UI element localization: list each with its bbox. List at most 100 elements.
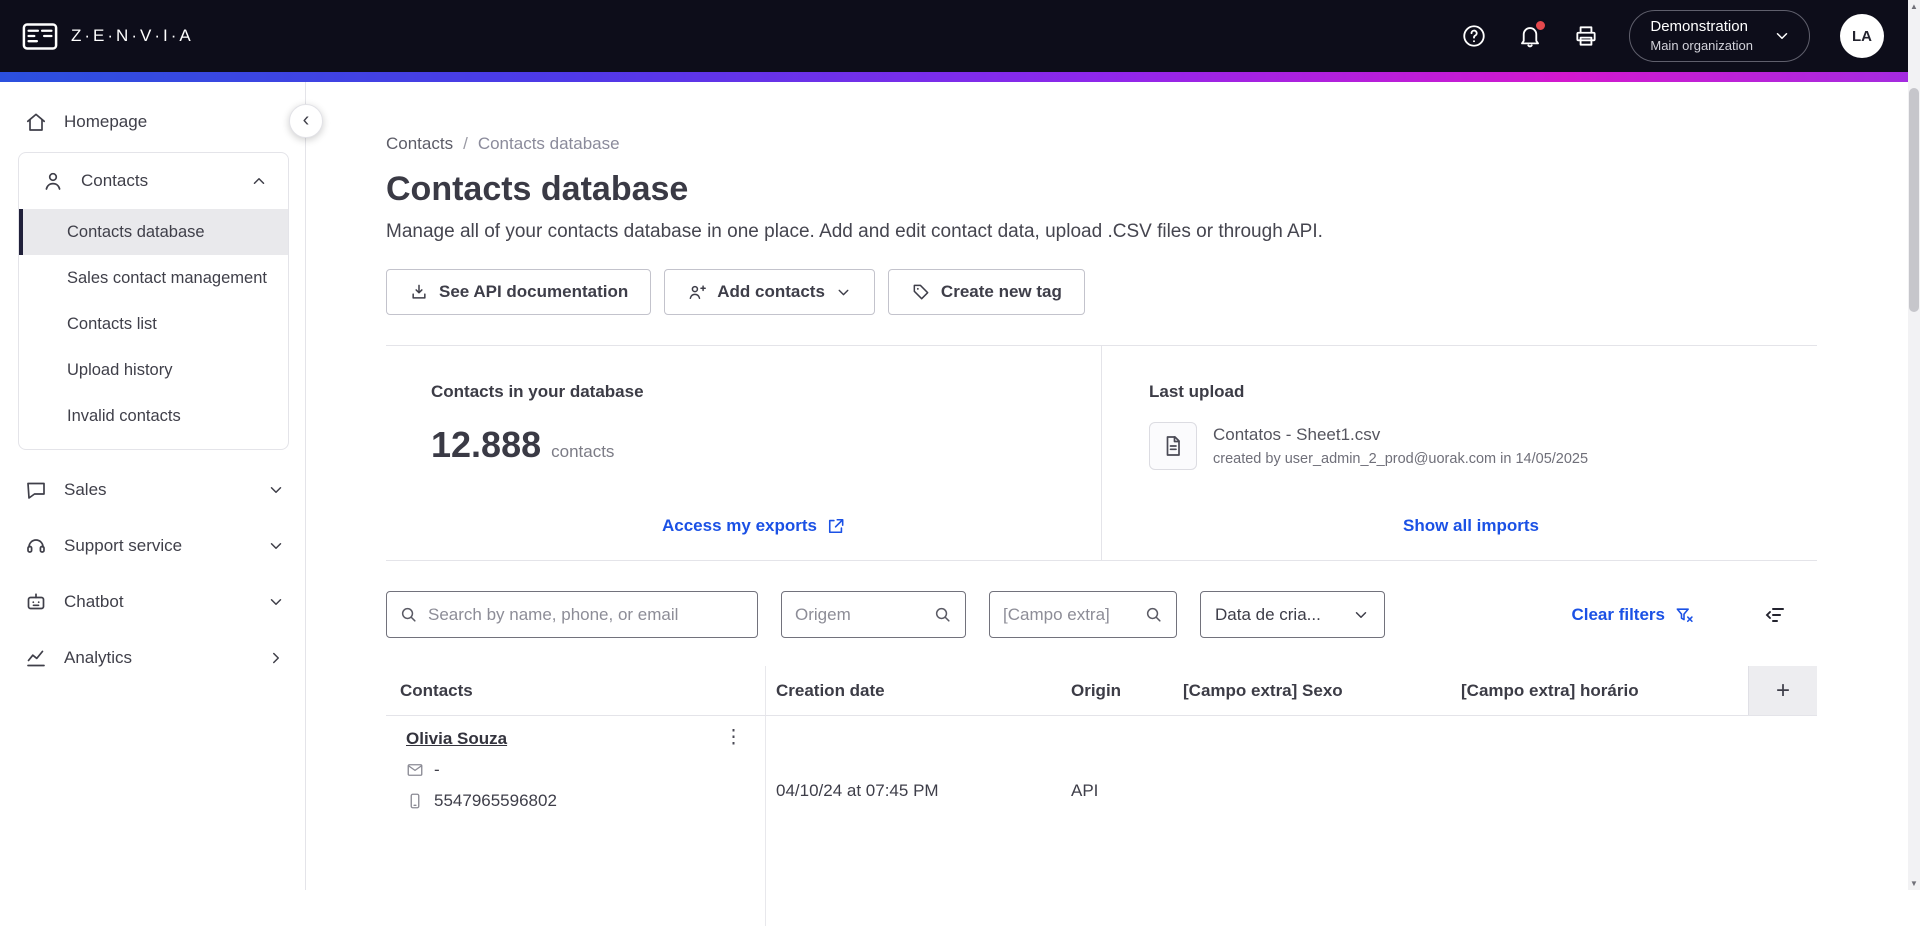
column-header-campo-extra-horario[interactable]: [Campo extra] horário <box>1452 666 1748 715</box>
sidebar-item-analytics[interactable]: Analytics <box>0 630 305 686</box>
user-avatar[interactable]: LA <box>1840 14 1884 58</box>
table-row: Olivia Souza ⋮ - <box>386 716 1817 926</box>
sidebar-item-sales[interactable]: Sales <box>0 462 305 518</box>
page-subtitle: Manage all of your contacts database in … <box>386 221 1817 243</box>
sidebar-item-contacts-list[interactable]: Contacts list <box>19 301 288 347</box>
robot-icon <box>24 590 48 614</box>
sidebar-item-invalid-contacts[interactable]: Invalid contacts <box>19 393 288 439</box>
table-header-row: Contacts Creation date Origin [Campo ext… <box>386 666 1817 716</box>
column-header-campo-extra-sexo[interactable]: [Campo extra] Sexo <box>1172 666 1452 715</box>
extra-field-filter[interactable] <box>989 591 1177 638</box>
organization-subtitle: Main organization <box>1650 38 1753 54</box>
contact-phone-line: 5547965596802 <box>406 791 753 811</box>
create-new-tag-button[interactable]: Create new tag <box>888 269 1085 315</box>
add-contacts-button[interactable]: Add contacts <box>664 269 875 315</box>
contact-cell: Olivia Souza ⋮ - <box>386 716 766 926</box>
sidebar-item-contacts-database[interactable]: Contacts database <box>19 209 288 255</box>
sidebar-group-contacts: Contacts Contacts database Sales contact… <box>18 152 289 450</box>
last-upload-card: Last upload Contatos - Sheet1.csv create… <box>1101 346 1817 560</box>
brand-text: Z·E·N·V·I·A <box>71 26 194 46</box>
zenvia-brand[interactable]: Z·E·N·V·I·A <box>22 23 194 50</box>
sidebar-item-homepage[interactable]: Homepage <box>0 94 305 150</box>
clear-filters-link[interactable]: Clear filters <box>1571 605 1694 625</box>
breadcrumb-parent[interactable]: Contacts <box>386 134 453 154</box>
chevron-down-icon <box>1773 27 1791 45</box>
access-my-exports-link[interactable]: Access my exports <box>662 516 846 536</box>
stats-band: Contacts in your database 12.888 contact… <box>386 345 1817 561</box>
sidebar-label: Analytics <box>64 648 132 668</box>
chevron-down-icon <box>835 284 852 301</box>
scrollbar-thumb[interactable] <box>1909 88 1919 312</box>
campo-extra-sexo-cell <box>1172 716 1452 926</box>
breadcrumb: Contacts / Contacts database <box>386 134 1817 154</box>
contacts-count-unit: contacts <box>551 442 614 462</box>
tag-icon <box>911 282 931 302</box>
main-content: Contacts / Contacts database Contacts da… <box>306 82 1908 890</box>
printer-icon[interactable] <box>1573 23 1599 49</box>
link-label: Show all imports <box>1403 516 1539 536</box>
add-user-icon <box>687 282 707 302</box>
extra-field-input[interactable] <box>1003 605 1136 625</box>
contact-phone: 5547965596802 <box>434 791 557 811</box>
link-label: Clear filters <box>1571 605 1665 625</box>
button-label: Add contacts <box>717 282 825 302</box>
row-kebab-menu-icon[interactable]: ⋮ <box>718 726 749 751</box>
show-all-imports-link[interactable]: Show all imports <box>1403 516 1539 536</box>
chevron-down-icon <box>1352 606 1370 624</box>
chevron-down-icon <box>267 593 285 611</box>
breadcrumb-separator: / <box>463 134 468 154</box>
topbar-actions: Demonstration Main organization LA <box>1461 10 1884 62</box>
sidebar-label: Homepage <box>64 112 147 132</box>
add-column-button[interactable]: + <box>1748 666 1817 715</box>
column-header-origin[interactable]: Origin <box>1054 666 1172 715</box>
notifications-bell-icon[interactable] <box>1517 23 1543 49</box>
contact-email: - <box>434 760 440 780</box>
sidebar-item-sales-contact-management[interactable]: Sales contact management <box>19 255 288 301</box>
sidebar-item-support-service[interactable]: Support service <box>0 518 305 574</box>
line-chart-icon <box>24 646 48 670</box>
contact-name-link[interactable]: Olivia Souza <box>406 729 507 748</box>
window-scrollbar[interactable]: ▲ ▼ <box>1908 0 1920 890</box>
organization-selector[interactable]: Demonstration Main organization <box>1629 10 1810 62</box>
upload-meta: created by user_admin_2_prod@uorak.com i… <box>1213 451 1588 467</box>
zenvia-logo-icon <box>22 23 58 50</box>
search-icon <box>1144 605 1163 624</box>
filter-columns-icon[interactable] <box>1763 603 1787 627</box>
sidebar-label: Chatbot <box>64 592 124 612</box>
brand-gradient-bar <box>0 72 1908 82</box>
origin-cell: API <box>1054 716 1172 926</box>
sidebar-item-upload-history[interactable]: Upload history <box>19 347 288 393</box>
contact-search-field[interactable] <box>386 591 758 638</box>
topbar: Z·E·N·V·I·A <box>0 0 1908 72</box>
button-label: Create new tag <box>941 282 1062 302</box>
sidebar-collapse-button[interactable]: ‹ <box>289 104 323 138</box>
column-header-contacts[interactable]: Contacts <box>386 666 766 715</box>
campo-extra-horario-cell <box>1452 716 1748 926</box>
creation-date-cell: 04/10/24 at 07:45 PM <box>766 716 1054 926</box>
origin-input[interactable] <box>795 605 925 625</box>
chevron-down-icon <box>267 481 285 499</box>
card-title: Last upload <box>1149 382 1793 402</box>
page-title: Contacts database <box>386 170 1817 209</box>
creation-date-select[interactable]: Data de cria... <box>1200 591 1385 638</box>
scrollbar-down-arrow[interactable]: ▼ <box>1908 879 1920 888</box>
button-label: See API documentation <box>439 282 628 302</box>
scrollbar-up-arrow[interactable]: ▲ <box>1908 2 1920 11</box>
contacts-count: 12.888 <box>431 424 541 466</box>
help-icon[interactable] <box>1461 23 1487 49</box>
envelope-icon <box>406 761 424 779</box>
contacts-count-card: Contacts in your database 12.888 contact… <box>386 346 1101 560</box>
file-icon <box>1149 422 1197 470</box>
sidebar-item-contacts[interactable]: Contacts <box>19 153 288 209</box>
column-header-creation-date[interactable]: Creation date <box>766 666 1054 715</box>
origin-filter-field[interactable] <box>781 591 966 638</box>
upload-filename: Contatos - Sheet1.csv <box>1213 425 1588 445</box>
search-icon <box>399 605 418 624</box>
chevron-down-icon <box>267 537 285 555</box>
sidebar-label: Support service <box>64 536 182 556</box>
notification-dot <box>1534 19 1547 32</box>
search-icon <box>933 605 952 624</box>
sidebar-item-chatbot[interactable]: Chatbot <box>0 574 305 630</box>
see-api-documentation-button[interactable]: See API documentation <box>386 269 651 315</box>
search-input[interactable] <box>428 605 745 625</box>
